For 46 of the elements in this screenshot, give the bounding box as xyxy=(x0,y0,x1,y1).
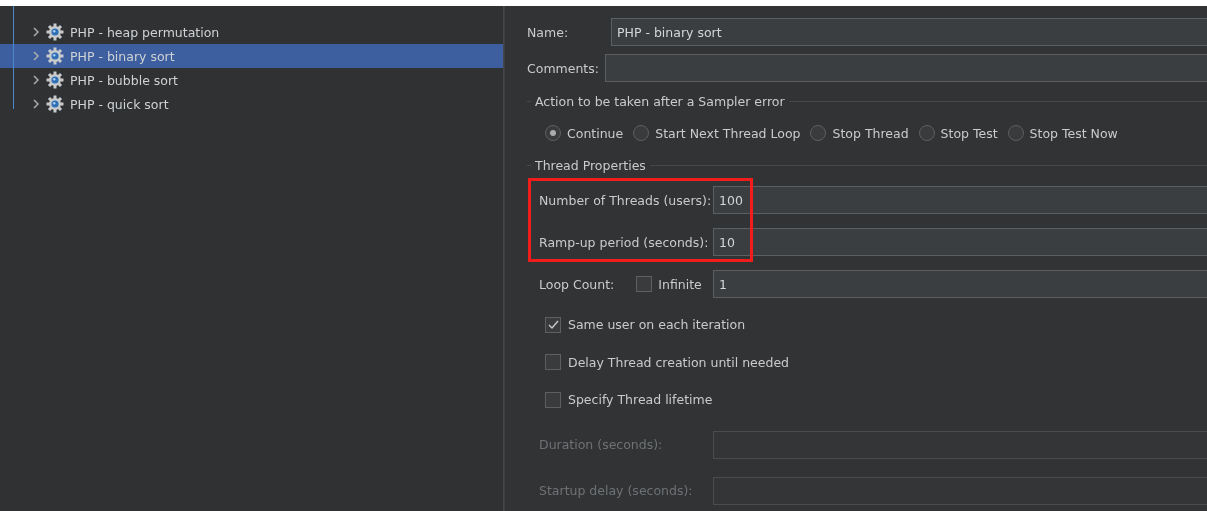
radio-option[interactable]: Start Next Thread Loop xyxy=(633,125,801,141)
tree-item[interactable]: PHP - heap permutation xyxy=(0,20,503,44)
group-title: Thread Properties xyxy=(535,157,646,173)
comments-label: Comments: xyxy=(527,60,597,76)
radio-button[interactable] xyxy=(633,125,650,141)
input-field[interactable]: 100 xyxy=(713,186,1207,214)
input-field[interactable]: 10 xyxy=(713,228,1207,256)
chevron-icon[interactable] xyxy=(32,51,40,61)
field-label: Number of Threads (users): xyxy=(539,192,712,208)
checkbox[interactable] xyxy=(545,391,561,408)
chevron-icon[interactable] xyxy=(32,75,40,85)
field-label: Duration (seconds): xyxy=(539,437,663,452)
field-label: Loop Count: xyxy=(539,276,615,292)
radio-button[interactable] xyxy=(545,125,561,141)
radio-option[interactable]: Stop Test xyxy=(918,125,998,141)
gear-icon xyxy=(46,23,64,41)
chevron-icon[interactable] xyxy=(32,27,40,37)
chevron-icon[interactable] xyxy=(32,99,40,109)
field-label: Startup delay (seconds): xyxy=(539,483,693,498)
checkbox-label: Delay Thread creation until needed xyxy=(568,354,790,370)
tree-item[interactable]: PHP - binary sort xyxy=(0,44,503,68)
radio-option[interactable]: Stop Test Now xyxy=(1007,125,1118,141)
gear-icon xyxy=(46,47,64,65)
checkbox[interactable] xyxy=(545,316,561,333)
input-field[interactable] xyxy=(713,476,1207,505)
name-label: Name: xyxy=(527,24,570,40)
checkbox-label: Same user on each iteration xyxy=(568,317,746,332)
checkbox-label: Infinite xyxy=(658,276,702,292)
input-field[interactable]: 1 xyxy=(713,270,1207,298)
gear-icon xyxy=(46,95,64,113)
group-title: Action to be taken after a Sampler error xyxy=(535,93,785,109)
checkbox[interactable] xyxy=(545,354,561,370)
name-field[interactable]: PHP - binary sort xyxy=(611,18,1207,46)
tree-item[interactable]: PHP - quick sort xyxy=(0,92,503,116)
checkbox[interactable] xyxy=(636,276,653,292)
radio-option[interactable]: Stop Thread xyxy=(810,125,909,141)
tree-item[interactable]: PHP - bubble sort xyxy=(0,68,503,92)
input-field[interactable] xyxy=(713,430,1207,459)
comments-field[interactable] xyxy=(605,54,1207,82)
radio-button[interactable] xyxy=(1007,125,1024,141)
radio-button[interactable] xyxy=(918,125,935,141)
checkbox-label: Specify Thread lifetime xyxy=(568,392,713,407)
field-label: Ramp-up period (seconds): xyxy=(539,234,709,250)
gear-icon xyxy=(46,71,64,89)
radio-button[interactable] xyxy=(810,125,827,141)
radio-option[interactable]: Continue xyxy=(545,125,624,141)
